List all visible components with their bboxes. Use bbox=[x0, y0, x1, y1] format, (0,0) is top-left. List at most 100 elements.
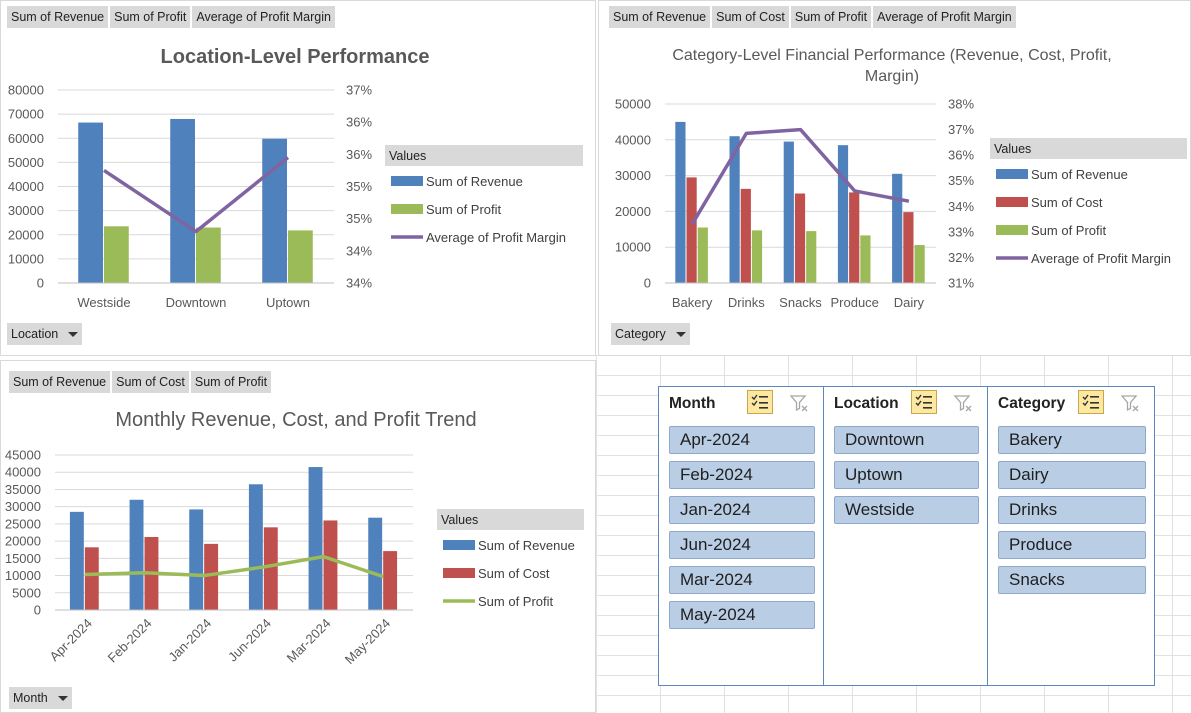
y-tick-label: 20000 bbox=[8, 227, 44, 242]
y2-tick-label: 36% bbox=[948, 148, 974, 163]
slicer-item-downtown[interactable]: Downtown bbox=[834, 426, 979, 454]
legend-item-sum-of-revenue[interactable]: Sum of Revenue bbox=[478, 538, 575, 553]
monthly-chart[interactable]: Sum of Revenue Sum of Cost Sum of Profit… bbox=[0, 360, 596, 713]
slicer-item-westside[interactable]: Westside bbox=[834, 496, 979, 524]
category-chart[interactable]: Sum of Revenue Sum of Cost Sum of Profit… bbox=[598, 0, 1191, 356]
x-tick-label: Produce bbox=[830, 295, 878, 310]
bar-sum-of-profit[interactable] bbox=[751, 230, 763, 283]
y-tick-label: 30000 bbox=[8, 203, 44, 218]
legend-item-average-of-profit-margin[interactable]: Average of Profit Margin bbox=[1031, 251, 1171, 266]
bar-sum-of-revenue[interactable] bbox=[78, 122, 103, 283]
bar-sum-of-profit[interactable] bbox=[860, 235, 871, 283]
legend-title: Values bbox=[389, 149, 426, 163]
legend-swatch bbox=[443, 540, 475, 550]
bar-sum-of-profit[interactable] bbox=[914, 245, 925, 283]
y-tick-label: 25000 bbox=[5, 516, 41, 531]
bar-sum-of-revenue[interactable] bbox=[69, 511, 84, 610]
dropdown-arrow-icon bbox=[675, 331, 686, 337]
clear-filter-icon[interactable] bbox=[788, 392, 810, 414]
bar-sum-of-cost[interactable] bbox=[383, 551, 398, 610]
chart-title: Location-Level Performance bbox=[161, 46, 430, 68]
y2-tick-label: 32% bbox=[948, 250, 974, 265]
bar-sum-of-profit[interactable] bbox=[288, 230, 313, 283]
slicer-item-snacks[interactable]: Snacks bbox=[998, 566, 1146, 594]
legend-item-average-of-profit-margin[interactable]: Average of Profit Margin bbox=[426, 230, 566, 245]
bar-sum-of-revenue[interactable] bbox=[248, 484, 263, 610]
slicer-item-feb-2024[interactable]: Feb-2024 bbox=[669, 461, 815, 489]
y-tick-label: 30000 bbox=[615, 168, 651, 183]
bar-sum-of-profit[interactable] bbox=[697, 227, 708, 283]
x-tick-label: Jun-2024 bbox=[225, 616, 274, 665]
slicer-item-may-2024[interactable]: May-2024 bbox=[669, 601, 815, 629]
slicer-item-drinks[interactable]: Drinks bbox=[998, 496, 1146, 524]
slicer-title: Location bbox=[834, 395, 899, 412]
legend-item-sum-of-cost[interactable]: Sum of Cost bbox=[478, 566, 550, 581]
bar-sum-of-cost[interactable] bbox=[323, 520, 338, 610]
slicer-item-uptown[interactable]: Uptown bbox=[834, 461, 979, 489]
slicer-item-apr-2024[interactable]: Apr-2024 bbox=[669, 426, 815, 454]
slicer-item-mar-2024[interactable]: Mar-2024 bbox=[669, 566, 815, 594]
legend-item-sum-of-revenue[interactable]: Sum of Revenue bbox=[1031, 167, 1128, 182]
slicer-item-bakery[interactable]: Bakery bbox=[998, 426, 1146, 454]
multi-select-icon[interactable] bbox=[911, 390, 937, 414]
y-tick-label: 10000 bbox=[8, 251, 44, 266]
bar-sum-of-cost[interactable] bbox=[686, 177, 697, 283]
clear-filter-icon[interactable] bbox=[952, 392, 974, 414]
axis-field-label: Location bbox=[11, 327, 59, 341]
slicer-title: Month bbox=[669, 395, 716, 412]
x-tick-label: Snacks bbox=[779, 295, 822, 310]
clear-filter-icon[interactable] bbox=[1119, 392, 1141, 414]
slicer-item-dairy[interactable]: Dairy bbox=[998, 461, 1146, 489]
y-tick-label: 40000 bbox=[8, 179, 44, 194]
y2-tick-label: 31% bbox=[948, 276, 974, 291]
x-tick-label: Bakery bbox=[672, 295, 713, 310]
y-tick-label: 40000 bbox=[5, 465, 41, 480]
bar-sum-of-revenue[interactable] bbox=[368, 517, 383, 610]
y2-tick-label: 35% bbox=[346, 179, 372, 194]
bar-sum-of-revenue[interactable] bbox=[189, 509, 204, 610]
bar-sum-of-cost[interactable] bbox=[903, 212, 914, 283]
line-average-of-profit-margin[interactable] bbox=[103, 156, 290, 234]
legend-title: Values bbox=[994, 142, 1031, 156]
location-chart[interactable]: Sum of Revenue Sum of Profit Average of … bbox=[0, 0, 596, 356]
axis-field-button-category[interactable]: Category bbox=[611, 323, 690, 345]
slicer-item-produce[interactable]: Produce bbox=[998, 531, 1146, 559]
bar-sum-of-cost[interactable] bbox=[794, 193, 806, 284]
bar-sum-of-revenue[interactable] bbox=[129, 499, 144, 610]
multi-select-icon[interactable] bbox=[1078, 390, 1104, 414]
legend-item-sum-of-profit[interactable]: Sum of Profit bbox=[1031, 223, 1107, 238]
legend-item-sum-of-profit[interactable]: Sum of Profit bbox=[426, 202, 502, 217]
bar-sum-of-revenue[interactable] bbox=[675, 121, 686, 284]
multi-select-icon[interactable] bbox=[747, 390, 773, 414]
y2-tick-label: 34% bbox=[346, 243, 372, 258]
bar-sum-of-profit[interactable] bbox=[104, 226, 129, 283]
y-tick-label: 20000 bbox=[615, 204, 651, 219]
x-tick-label: Uptown bbox=[266, 295, 310, 310]
axis-field-button-month[interactable]: Month bbox=[9, 687, 72, 709]
y-tick-label: 40000 bbox=[615, 132, 651, 147]
slicer-item-jun-2024[interactable]: Jun-2024 bbox=[669, 531, 815, 559]
bar-sum-of-revenue[interactable] bbox=[170, 118, 195, 283]
y2-tick-label: 36% bbox=[346, 147, 372, 162]
slicer-item-jan-2024[interactable]: Jan-2024 bbox=[669, 496, 815, 524]
bar-sum-of-revenue[interactable] bbox=[892, 173, 903, 283]
bar-sum-of-cost[interactable] bbox=[849, 192, 860, 283]
bar-sum-of-cost[interactable] bbox=[263, 527, 278, 610]
bar-sum-of-cost[interactable] bbox=[84, 547, 99, 610]
bar-sum-of-revenue[interactable] bbox=[783, 141, 794, 283]
axis-field-button-location[interactable]: Location bbox=[7, 323, 83, 345]
legend-item-sum-of-cost[interactable]: Sum of Cost bbox=[1031, 195, 1103, 210]
y-tick-label: 30000 bbox=[5, 499, 41, 514]
bar-sum-of-cost[interactable] bbox=[740, 188, 751, 283]
legend-item-sum-of-revenue[interactable]: Sum of Revenue bbox=[426, 174, 523, 189]
y2-tick-label: 33% bbox=[948, 224, 974, 239]
axis-field-label: Category bbox=[615, 327, 666, 341]
legend-item-sum-of-profit[interactable]: Sum of Profit bbox=[478, 594, 554, 609]
bar-sum-of-profit[interactable] bbox=[806, 231, 817, 283]
x-tick-label: Jan-2024 bbox=[165, 616, 214, 665]
y2-tick-label: 34% bbox=[948, 199, 974, 214]
bar-sum-of-revenue[interactable] bbox=[837, 145, 849, 283]
bar-sum-of-revenue[interactable] bbox=[308, 467, 323, 610]
y-tick-label: 45000 bbox=[5, 448, 41, 463]
bar-sum-of-profit[interactable] bbox=[196, 227, 221, 283]
